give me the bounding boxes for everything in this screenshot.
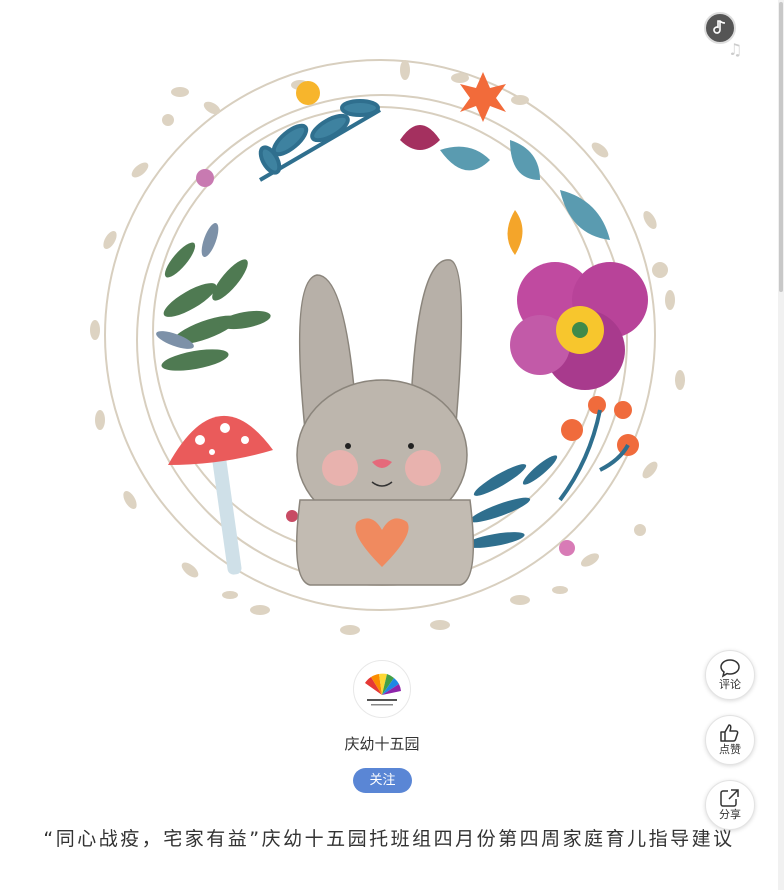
green-fern [161,242,271,371]
scrollbar-thumb[interactable] [779,2,783,292]
blue-branch-top [258,99,382,182]
share-icon [720,789,739,808]
scrollbar[interactable] [778,0,784,890]
like-button[interactable]: 点赞 [705,715,755,765]
author-name[interactable]: 庆幼十五园 [292,733,472,754]
comment-icon [720,659,740,679]
blue-branch-right [440,140,610,240]
kindergarten-logo [365,673,401,706]
share-label: 分享 [719,808,741,822]
music-disc-icon [713,20,726,34]
teal-ferns [465,455,558,548]
yellow-berry [296,81,320,105]
comment-button[interactable]: 评论 [705,650,755,700]
music-note-icon: ♫ [728,40,743,59]
bunny [295,259,475,586]
thumbs-up-icon [720,724,739,743]
article-title: “同心战疫，宅家有益”庆幼十五园托班组四月份第四周家庭育儿指导建议 [43,828,735,850]
author-avatar[interactable] [353,660,411,718]
like-label: 点赞 [719,743,741,757]
comment-label: 评论 [719,678,741,692]
purple-flower [510,262,648,390]
cover-illustration [90,59,685,635]
tulip-bud [400,125,440,150]
follow-button[interactable]: 关注 [353,768,412,793]
